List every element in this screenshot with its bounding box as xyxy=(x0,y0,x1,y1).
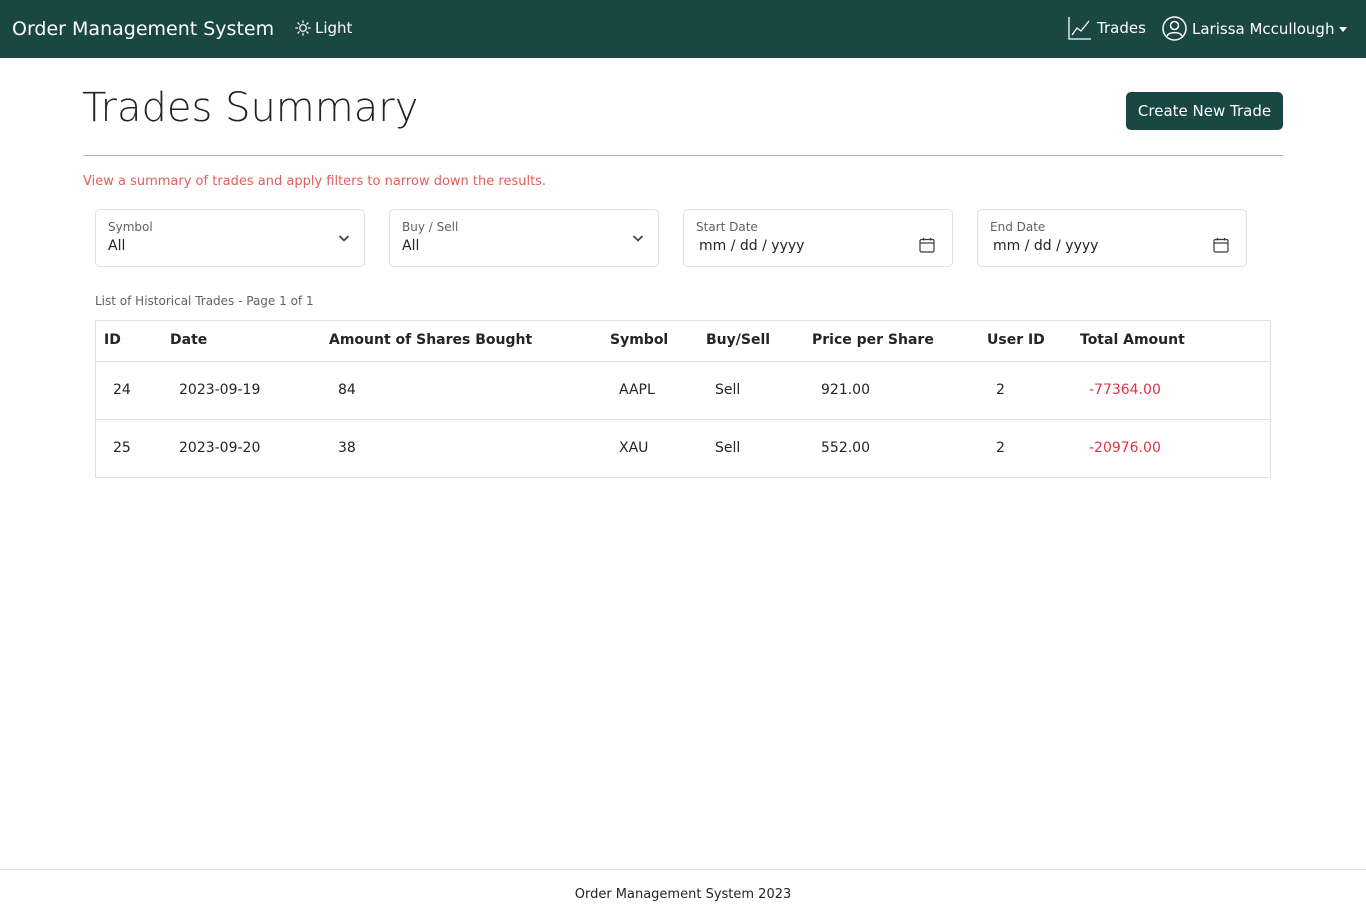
theme-toggle[interactable]: Light xyxy=(295,19,352,37)
theme-label: Light xyxy=(315,19,353,37)
cell-buy-sell: Sell xyxy=(715,382,741,398)
chart-line-icon xyxy=(1068,17,1091,40)
nav-trades-label: Trades xyxy=(1097,19,1146,37)
column-header-id: ID xyxy=(104,332,121,348)
calendar-icon[interactable] xyxy=(1213,237,1229,253)
end-date-input[interactable]: End Date mm / dd / yyyy xyxy=(977,209,1247,267)
cell-date: 2023-09-19 xyxy=(179,382,261,398)
page-description: View a summary of trades and apply filte… xyxy=(83,174,547,189)
cell-id: 25 xyxy=(113,440,131,456)
cell-date: 2023-09-20 xyxy=(179,440,261,456)
start-date-placeholder: mm / dd / yyyy xyxy=(699,238,805,254)
buy-sell-select[interactable]: Buy / Sell All xyxy=(389,209,659,267)
table-header-row: ID Date Amount of Shares Bought Symbol B… xyxy=(96,321,1270,362)
column-header-total: Total Amount xyxy=(1080,332,1185,348)
cell-total: -77364.00 xyxy=(1089,382,1161,398)
table-row[interactable]: 24 2023-09-19 84 AAPL Sell 921.00 2 -773… xyxy=(96,362,1270,420)
buy-sell-label: Buy / Sell xyxy=(402,220,459,234)
buy-sell-value: All xyxy=(402,238,420,254)
cell-symbol: XAU xyxy=(619,440,649,456)
column-header-user-id: User ID xyxy=(987,332,1045,348)
cell-total: -20976.00 xyxy=(1089,440,1161,456)
cell-id: 24 xyxy=(113,382,131,398)
caret-down-icon xyxy=(1339,27,1348,32)
footer-text: Order Management System 2023 xyxy=(574,887,792,902)
chevron-down-icon xyxy=(338,235,350,242)
column-header-shares: Amount of Shares Bought xyxy=(329,332,533,348)
cell-shares: 84 xyxy=(338,382,356,398)
column-header-buy-sell: Buy/Sell xyxy=(706,332,771,348)
column-header-symbol: Symbol xyxy=(610,332,669,348)
start-date-input[interactable]: Start Date mm / dd / yyyy xyxy=(683,209,953,267)
end-date-placeholder: mm / dd / yyyy xyxy=(993,238,1099,254)
cell-shares: 38 xyxy=(338,440,356,456)
nav-trades-link[interactable]: Trades xyxy=(1068,16,1146,40)
cell-user-id: 2 xyxy=(996,440,1005,456)
symbol-label: Symbol xyxy=(108,220,153,234)
cell-price: 552.00 xyxy=(821,440,870,456)
chevron-down-icon xyxy=(632,235,644,242)
brand-link[interactable]: Order Management System xyxy=(12,17,274,41)
cell-user-id: 2 xyxy=(996,382,1005,398)
create-trade-button[interactable]: Create New Trade xyxy=(1126,92,1283,130)
table-row[interactable]: 25 2023-09-20 38 XAU Sell 552.00 2 -2097… xyxy=(96,420,1270,477)
table-caption: List of Historical Trades - Page 1 of 1 xyxy=(95,294,314,308)
trades-table: ID Date Amount of Shares Bought Symbol B… xyxy=(95,320,1271,478)
page-title: Trades Summary xyxy=(82,85,419,131)
symbol-select[interactable]: Symbol All xyxy=(95,209,365,267)
column-header-price: Price per Share xyxy=(812,332,934,348)
symbol-value: All xyxy=(108,238,126,254)
header-divider xyxy=(83,155,1283,156)
cell-price: 921.00 xyxy=(821,382,870,398)
user-name: Larissa Mccullough xyxy=(1192,19,1335,38)
calendar-icon[interactable] xyxy=(919,237,935,253)
column-header-date: Date xyxy=(170,332,208,348)
cell-buy-sell: Sell xyxy=(715,440,741,456)
navbar: Order Management System Light Trades Lar… xyxy=(0,0,1366,58)
user-circle-icon xyxy=(1162,16,1187,41)
sun-icon xyxy=(295,20,311,36)
user-menu-toggle[interactable]: Larissa Mccullough xyxy=(1162,16,1348,41)
end-date-label: End Date xyxy=(990,220,1046,234)
footer-divider xyxy=(0,869,1366,870)
cell-symbol: AAPL xyxy=(619,382,655,398)
start-date-label: Start Date xyxy=(696,220,758,234)
